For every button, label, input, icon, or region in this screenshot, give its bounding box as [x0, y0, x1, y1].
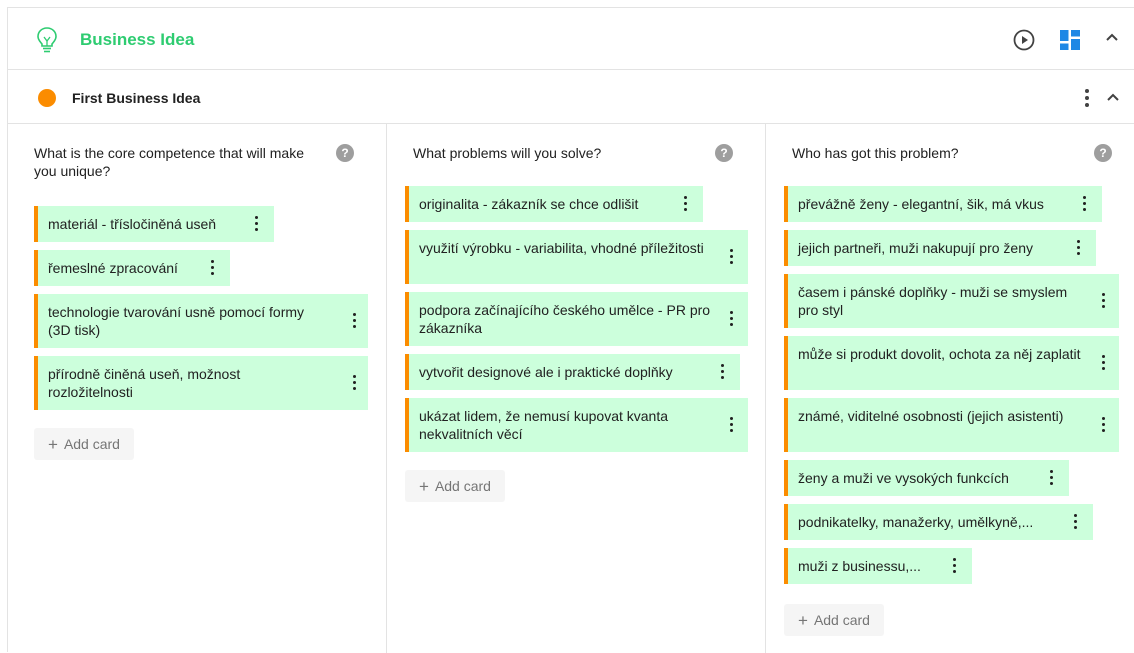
dashboard-icon[interactable] — [1060, 30, 1080, 50]
card-menu-icon[interactable] — [352, 313, 358, 329]
column-title: What problems will you solve? — [413, 145, 602, 161]
card-text: známé, viditelné osobnosti (jejich asist… — [798, 408, 1064, 424]
column-problems: What problems will you solve? ? original… — [386, 124, 765, 653]
card-text: jejich partneři, muži nakupují pro ženy — [798, 240, 1034, 256]
idea-header: First Business Idea — [8, 70, 1134, 124]
card-text: převážně ženy - elegantní, šik, má vkus — [798, 196, 1044, 212]
idea-title: First Business Idea — [72, 90, 201, 106]
card[interactable]: přírodně činěná useň, možnost rozložitel… — [34, 356, 368, 410]
card-text: technologie tvarování usně pomocí formy … — [48, 304, 305, 338]
column-core-competence: What is the core competence that will ma… — [8, 124, 386, 653]
collapse-section-icon[interactable] — [1104, 29, 1120, 45]
card[interactable]: vytvořit designové ale i praktické doplň… — [405, 354, 740, 390]
card-menu-icon[interactable] — [729, 249, 735, 265]
idea-menu-icon[interactable] — [1082, 88, 1092, 108]
help-icon[interactable]: ? — [1094, 144, 1112, 162]
add-card-label: Add card — [63, 436, 120, 452]
card-menu-icon[interactable] — [352, 375, 358, 391]
help-icon[interactable]: ? — [715, 144, 733, 162]
plus-icon: + — [419, 477, 429, 496]
card[interactable]: podpora začínajícího českého umělce - PR… — [405, 292, 748, 346]
section-header: Business Idea — [8, 8, 1134, 70]
card[interactable]: jejich partneři, muži nakupují pro ženy — [784, 230, 1096, 266]
card-text: může si produkt dovolit, ochota za něj z… — [798, 346, 1081, 362]
card-menu-icon[interactable] — [1049, 470, 1055, 486]
card-text: řemeslné zpracování — [48, 260, 178, 276]
canvas-frame: Business Idea First Business Idea What i… — [7, 7, 1134, 653]
card-menu-icon[interactable] — [1101, 417, 1107, 433]
card-menu-icon[interactable] — [1101, 293, 1107, 309]
add-card-label: Add card — [434, 478, 491, 494]
card-menu-icon[interactable] — [729, 311, 735, 327]
card-text: originalita - zákazník se chce odlišit — [419, 196, 639, 212]
help-icon[interactable]: ? — [336, 144, 354, 162]
column-who-has-problem: Who has got this problem? ? převážně žen… — [765, 124, 1134, 653]
collapse-idea-icon[interactable] — [1105, 89, 1121, 105]
add-card-button[interactable]: + Add card — [34, 428, 134, 460]
card-text: materiál - třísločiněná useň — [48, 216, 217, 232]
columns-area: What is the core competence that will ma… — [8, 124, 1134, 653]
card-menu-icon[interactable] — [952, 558, 958, 574]
card[interactable]: ukázat lidem, že nemusí kupovat kvanta n… — [405, 398, 748, 452]
card[interactable]: časem i pánské doplňky - muži se smyslem… — [784, 274, 1119, 328]
idea-color-dot — [38, 89, 56, 107]
card-text: podnikatelky, manažerky, umělkyně,... — [798, 514, 1034, 530]
card-text: ženy a muži ve vysokých funkcích — [798, 470, 1009, 486]
card-text: vytvořit designové ale i praktické doplň… — [419, 364, 673, 380]
card[interactable]: může si produkt dovolit, ochota za něj z… — [784, 336, 1119, 390]
plus-icon: + — [48, 435, 58, 454]
card[interactable]: originalita - zákazník se chce odlišit — [405, 186, 703, 222]
card-text: přírodně činěná useň, možnost rozložitel… — [48, 366, 241, 400]
card-menu-icon[interactable] — [683, 196, 689, 212]
card-menu-icon[interactable] — [1101, 355, 1107, 371]
card-menu-icon[interactable] — [254, 216, 260, 232]
card-menu-icon[interactable] — [729, 417, 735, 433]
card-menu-icon[interactable] — [1076, 240, 1082, 256]
add-card-button[interactable]: + Add card — [405, 470, 505, 502]
add-card-label: Add card — [813, 612, 870, 628]
card-menu-icon[interactable] — [1073, 514, 1079, 530]
card-text: ukázat lidem, že nemusí kupovat kvanta n… — [419, 408, 669, 442]
card[interactable]: muži z businessu,... — [784, 548, 972, 584]
card[interactable]: převážně ženy - elegantní, šik, má vkus — [784, 186, 1102, 222]
column-title: Who has got this problem? — [792, 145, 959, 161]
play-icon[interactable] — [1013, 29, 1035, 51]
card[interactable]: materiál - třísločiněná useň — [34, 206, 274, 242]
card[interactable]: ženy a muži ve vysokých funkcích — [784, 460, 1069, 496]
lightbulb-icon — [37, 27, 57, 53]
card[interactable]: podnikatelky, manažerky, umělkyně,... — [784, 504, 1093, 540]
card[interactable]: známé, viditelné osobnosti (jejich asist… — [784, 398, 1119, 452]
card-menu-icon[interactable] — [1082, 196, 1088, 212]
card[interactable]: technologie tvarování usně pomocí formy … — [34, 294, 368, 348]
section-title: Business Idea — [80, 30, 195, 49]
card-text: podpora začínajícího českého umělce - PR… — [419, 302, 711, 336]
card-text: časem i pánské doplňky - muži se smyslem… — [798, 284, 1068, 318]
card[interactable]: řemeslné zpracování — [34, 250, 230, 286]
add-card-button[interactable]: + Add card — [784, 604, 884, 636]
column-title: What is the core competence that will ma… — [34, 145, 305, 179]
card[interactable]: využití výrobku - variabilita, vhodné př… — [405, 230, 748, 284]
card-menu-icon[interactable] — [720, 364, 726, 380]
card-menu-icon[interactable] — [210, 260, 216, 276]
plus-icon: + — [798, 611, 808, 630]
card-text: muži z businessu,... — [798, 558, 921, 574]
card-text: využití výrobku - variabilita, vhodné př… — [419, 240, 704, 256]
